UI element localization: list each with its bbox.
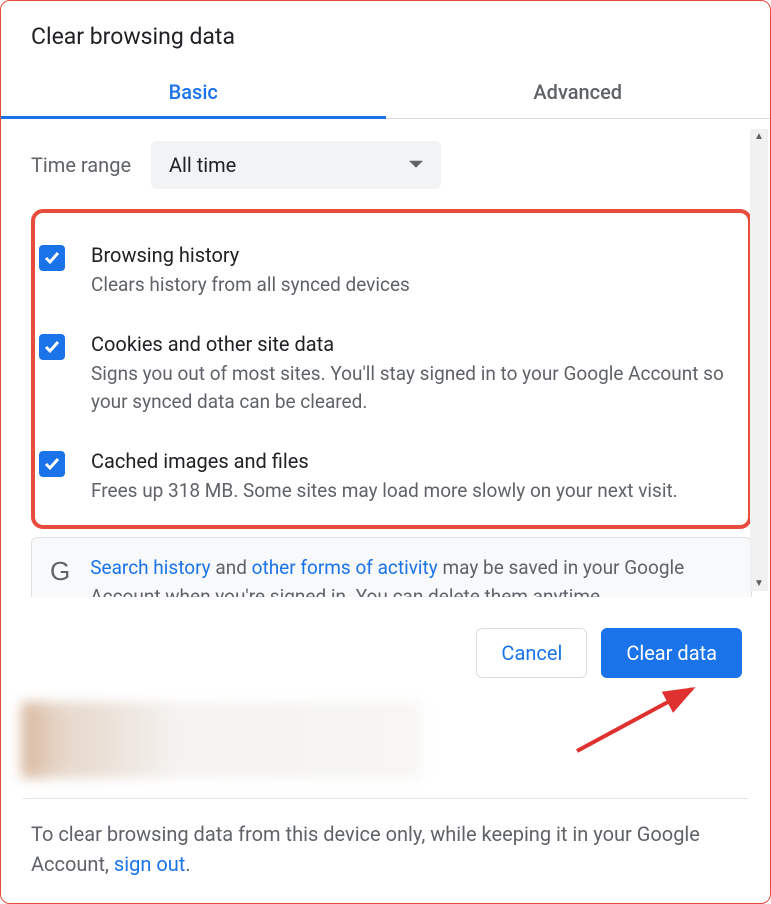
option-title: Cookies and other site data <box>91 330 736 358</box>
footer-note: To clear browsing data from this device … <box>1 799 770 903</box>
chevron-down-icon <box>409 160 423 170</box>
time-range-select[interactable]: All time <box>151 141 441 189</box>
time-range-label: Time range <box>31 153 151 177</box>
time-range-row: Time range All time <box>31 119 752 199</box>
annotation-highlight-box: Browsing history Clears history from all… <box>31 209 752 529</box>
tabs: Basic Advanced <box>1 68 770 119</box>
scroll-down-icon[interactable]: ▼ <box>754 576 764 591</box>
clear-data-button[interactable]: Clear data <box>601 628 742 678</box>
sign-out-link[interactable]: sign out <box>114 852 185 876</box>
option-cached: Cached images and files Frees up 318 MB.… <box>35 437 736 516</box>
option-title: Cached images and files <box>91 447 678 475</box>
time-range-value: All time <box>169 153 236 177</box>
tab-advanced[interactable]: Advanced <box>386 68 771 118</box>
checkmark-icon <box>44 457 60 471</box>
checkmark-icon <box>44 340 60 354</box>
checkbox-browsing-history[interactable] <box>39 245 65 271</box>
checkbox-cached[interactable] <box>39 451 65 477</box>
dialog-buttons: Cancel Clear data <box>1 597 770 696</box>
tab-basic[interactable]: Basic <box>1 68 386 118</box>
option-desc: Signs you out of most sites. You'll stay… <box>91 360 736 417</box>
option-desc: Frees up 318 MB. Some sites may load mor… <box>91 477 678 506</box>
option-browsing-history: Browsing history Clears history from all… <box>35 231 736 320</box>
clear-browsing-data-dialog: Clear browsing data Basic Advanced Time … <box>1 1 770 903</box>
obscured-content <box>21 702 421 778</box>
search-history-link[interactable]: Search history <box>90 556 210 579</box>
option-desc: Clears history from all synced devices <box>91 271 410 300</box>
info-text: Search history and other forms of activi… <box>90 554 733 597</box>
option-cookies: Cookies and other site data Signs you ou… <box>35 320 736 437</box>
google-icon: G <box>50 556 70 587</box>
option-title: Browsing history <box>91 241 410 269</box>
scroll-area: Time range All time Browsing history Cle… <box>1 119 770 597</box>
dialog-title: Clear browsing data <box>1 1 770 68</box>
google-account-info: G Search history and other forms of acti… <box>31 537 752 597</box>
checkbox-cookies[interactable] <box>39 334 65 360</box>
checkmark-icon <box>44 251 60 265</box>
cancel-button[interactable]: Cancel <box>476 628 587 678</box>
other-activity-link[interactable]: other forms of activity <box>252 556 438 579</box>
scrollbar[interactable]: ▲ ▼ <box>750 129 768 591</box>
scroll-up-icon[interactable]: ▲ <box>754 129 764 144</box>
